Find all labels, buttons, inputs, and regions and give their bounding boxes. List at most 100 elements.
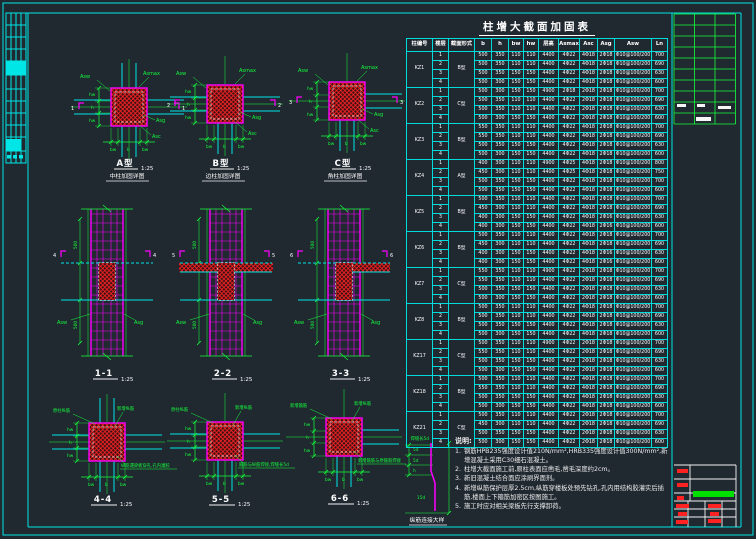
table-cell: 2Φ18 — [580, 286, 598, 295]
table-cell: 500 — [475, 79, 492, 88]
table-cell: 4400 — [539, 115, 559, 124]
cut-number: 3 — [289, 100, 292, 106]
table-cell: 2Φ18 — [580, 349, 598, 358]
table-cell: B型 — [449, 376, 475, 412]
table-cell: 350 — [492, 106, 509, 115]
detail-title: 4-4 — [94, 495, 112, 505]
table-cell: 110 — [509, 304, 524, 313]
table-cell: 150 — [524, 295, 539, 304]
table-cell: 4Φ22 — [559, 250, 580, 259]
table-row: 450030015015044004Φ222Φ182Φ18Φ10@100/200… — [407, 295, 668, 304]
table-cell: Φ10@100/200 — [615, 232, 652, 241]
table-cell: 4400 — [539, 52, 559, 61]
table-cell: 4Φ22 — [559, 124, 580, 133]
svg-text:h: h — [69, 440, 72, 446]
table-cell: 4400 — [539, 169, 559, 178]
table-cell: Φ10@100/200 — [615, 160, 652, 169]
table-cell: KZ7 — [407, 268, 433, 304]
table-row: 350035015015044004Φ224Φ182Φ18Φ10@100/200… — [407, 322, 668, 331]
table-cell: 2 — [433, 97, 449, 106]
reinforcement-table-wrap: 柱增大截面加固表 柱编号楼层截面形式bhbwhw层高AsmaxAscAsgAsw… — [406, 19, 668, 448]
svg-text:h: h — [91, 105, 94, 111]
table-cell: 700 — [652, 304, 668, 313]
svg-text:h: h — [309, 99, 312, 105]
table-cell: 1 — [433, 124, 449, 133]
table-row: 250035011011044004Φ222Φ182Φ18Φ10@100/200… — [407, 97, 668, 106]
leader-note: 新增箍筋与原箍筋焊接 — [358, 457, 402, 464]
table-cell: 4400 — [539, 133, 559, 142]
table-cell: 500 — [475, 403, 492, 412]
notes-title: 说明: — [455, 436, 669, 446]
table-row: 450035015015044004Φ224Φ182Φ18Φ10@100/200… — [407, 187, 668, 196]
svg-text:500: 500 — [310, 321, 316, 329]
table-row: 450030015015044004Φ224Φ182Φ18Φ10@100/200… — [407, 331, 668, 340]
table-cell: B型 — [449, 304, 475, 340]
table-cell: 2Φ18 — [598, 268, 615, 277]
detail-scale: 1:25 — [238, 502, 251, 508]
table-row: 440030015015044004Φ224Φ182Φ16Φ10@100/200… — [407, 223, 668, 232]
table-cell: 4400 — [539, 196, 559, 205]
table-cell: 4Φ18 — [580, 304, 598, 313]
table-cell: 1 — [433, 52, 449, 61]
table-row: 450030015015044004Φ222Φ182Φ18Φ10@100/200… — [407, 115, 668, 124]
table-cell: 110 — [509, 97, 524, 106]
table-cell: 110 — [524, 205, 539, 214]
table-row: KZ21C型50030015015049002Φ182Φ182Φ18Φ10@10… — [407, 88, 668, 97]
table-cell: 2Φ18 — [580, 358, 598, 367]
lap-splice-detail: 5d 5d h 15d 焊缝长5d 纵筋连接大样 — [405, 435, 451, 525]
table-cell: 500 — [475, 106, 492, 115]
svg-text:bw: bw — [360, 141, 367, 147]
table-cell: 4400 — [539, 367, 559, 376]
svg-text:5d: 5d — [413, 458, 419, 464]
table-cell: 1 — [433, 160, 449, 169]
table-cell: 4Φ22 — [559, 52, 580, 61]
table-cell: 2Φ16 — [598, 214, 615, 223]
table-row: 450030015015044004Φ224Φ182Φ18Φ10@100/200… — [407, 403, 668, 412]
table-cell: 350 — [492, 268, 509, 277]
svg-text:hw: hw — [185, 89, 192, 95]
table-cell: Φ10@100/200 — [615, 187, 652, 196]
table-cell: 150 — [524, 214, 539, 223]
table-cell: Φ10@100/200 — [615, 268, 652, 277]
table-cell: 4Φ22 — [559, 367, 580, 376]
table-cell: Φ10@100/200 — [615, 259, 652, 268]
table-cell: 4400 — [539, 187, 559, 196]
table-cell: 2Φ18 — [580, 295, 598, 304]
table-cell: 350 — [492, 358, 509, 367]
table-cell: 110 — [509, 268, 524, 277]
table-cell: Φ10@100/200 — [615, 376, 652, 385]
table-header-cell: 柱编号 — [407, 39, 433, 52]
table-cell: 4900 — [539, 340, 559, 349]
table-cell: 2 — [433, 349, 449, 358]
table-cell: 4Φ22 — [559, 349, 580, 358]
table-cell: 150 — [524, 367, 539, 376]
svg-text:bw: bw — [142, 147, 149, 153]
table-cell: KZ8 — [407, 304, 433, 340]
table-cell: 630 — [652, 286, 668, 295]
table-cell: 4400 — [539, 106, 559, 115]
table-cell: 110 — [509, 133, 524, 142]
table-cell: Φ10@100/200 — [615, 151, 652, 160]
table-row: KZ11B型50035011011044004Φ224Φ182Φ18Φ10@10… — [407, 52, 668, 61]
rebar-label: Asg — [134, 320, 143, 326]
table-cell: 2 — [433, 241, 449, 250]
table-cell: 4Φ22 — [559, 232, 580, 241]
table-cell: 400 — [475, 259, 492, 268]
table-cell: 700 — [652, 340, 668, 349]
table-cell: 110 — [524, 124, 539, 133]
table-cell: 4Φ22 — [559, 295, 580, 304]
table-cell: 500 — [475, 295, 492, 304]
svg-text:bw: bw — [206, 481, 213, 487]
table-cell: 1 — [433, 304, 449, 313]
svg-text:hw: hw — [185, 426, 192, 432]
table-cell: 110 — [524, 232, 539, 241]
detail-title: 5-5 — [212, 495, 230, 505]
table-cell: 4Φ22 — [559, 187, 580, 196]
table-cell: 2Φ18 — [598, 106, 615, 115]
table-cell: 4Φ22 — [559, 214, 580, 223]
table-header-cell: 截面形式 — [449, 39, 475, 52]
table-cell: 150 — [509, 259, 524, 268]
table-cell: 110 — [524, 421, 539, 430]
table-cell: 110 — [524, 277, 539, 286]
table-cell: Φ10@100/200 — [615, 358, 652, 367]
